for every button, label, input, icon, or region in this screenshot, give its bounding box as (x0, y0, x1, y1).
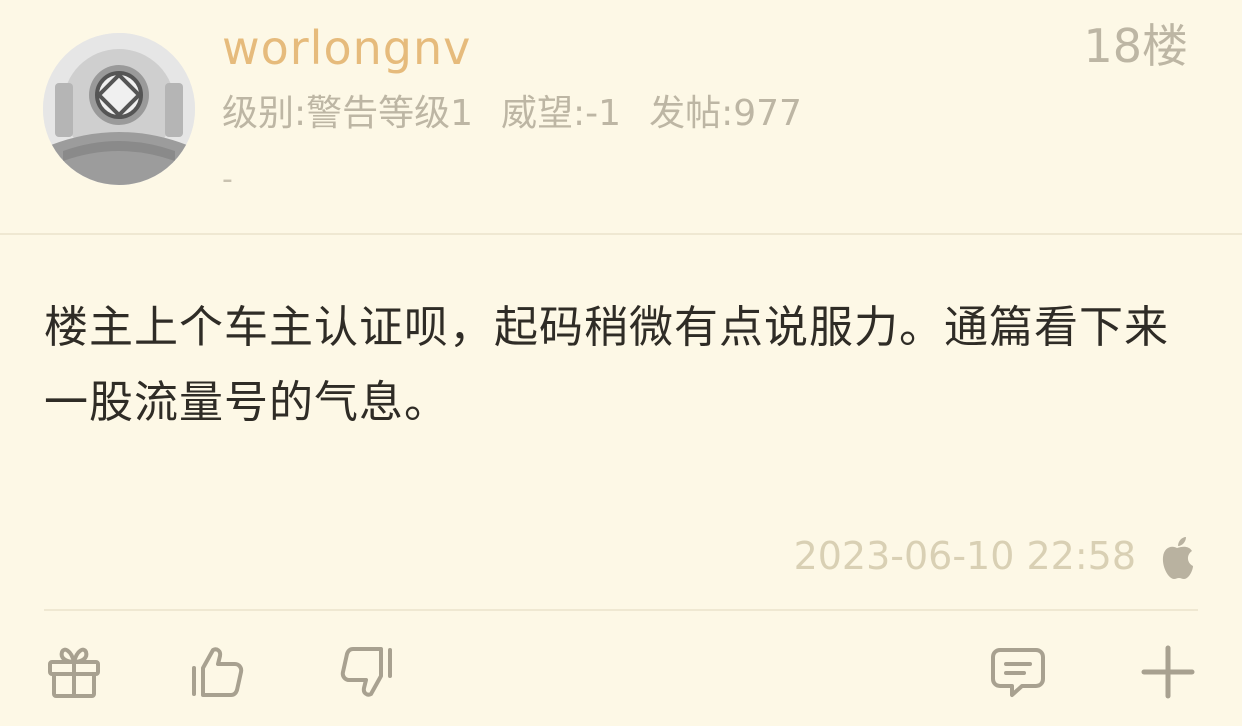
user-avatar[interactable] (43, 33, 195, 185)
user-level: 级别:警告等级1 (222, 93, 474, 134)
floor-number: 18楼 (1083, 19, 1188, 73)
user-signature: - (222, 162, 233, 197)
gift-button[interactable] (44, 642, 104, 702)
apple-icon (1162, 537, 1193, 579)
gift-icon (48, 647, 100, 698)
more-button[interactable] (1138, 642, 1198, 702)
comment-icon (991, 648, 1045, 697)
plus-icon (1141, 645, 1195, 699)
footer-divider (44, 609, 1198, 611)
post-timestamp: 2023-06-10 22:58 (793, 534, 1136, 578)
post-content: 楼主上个车主认证呗，起码稍微有点说服力。通篇看下来一股流量号的气息。 (44, 302, 1169, 428)
header-divider (0, 233, 1242, 235)
post-card: worlongnv 18楼 级别:警告等级1 威望:-1 发帖:977 - 楼主上个… (0, 0, 1242, 726)
thumbs-down-icon (340, 647, 392, 697)
thumbs-up-icon (192, 647, 244, 697)
user-post-count: 发帖:977 (649, 93, 802, 134)
user-meta: 级别:警告等级1 威望:-1 发帖:977 (222, 90, 830, 138)
comment-button[interactable] (988, 642, 1048, 702)
diving-helmet-icon (43, 33, 195, 185)
username[interactable]: worlongnv (222, 18, 471, 78)
user-reputation: 威望:-1 (501, 93, 622, 134)
like-button[interactable] (187, 642, 247, 702)
dislike-button[interactable] (337, 642, 397, 702)
